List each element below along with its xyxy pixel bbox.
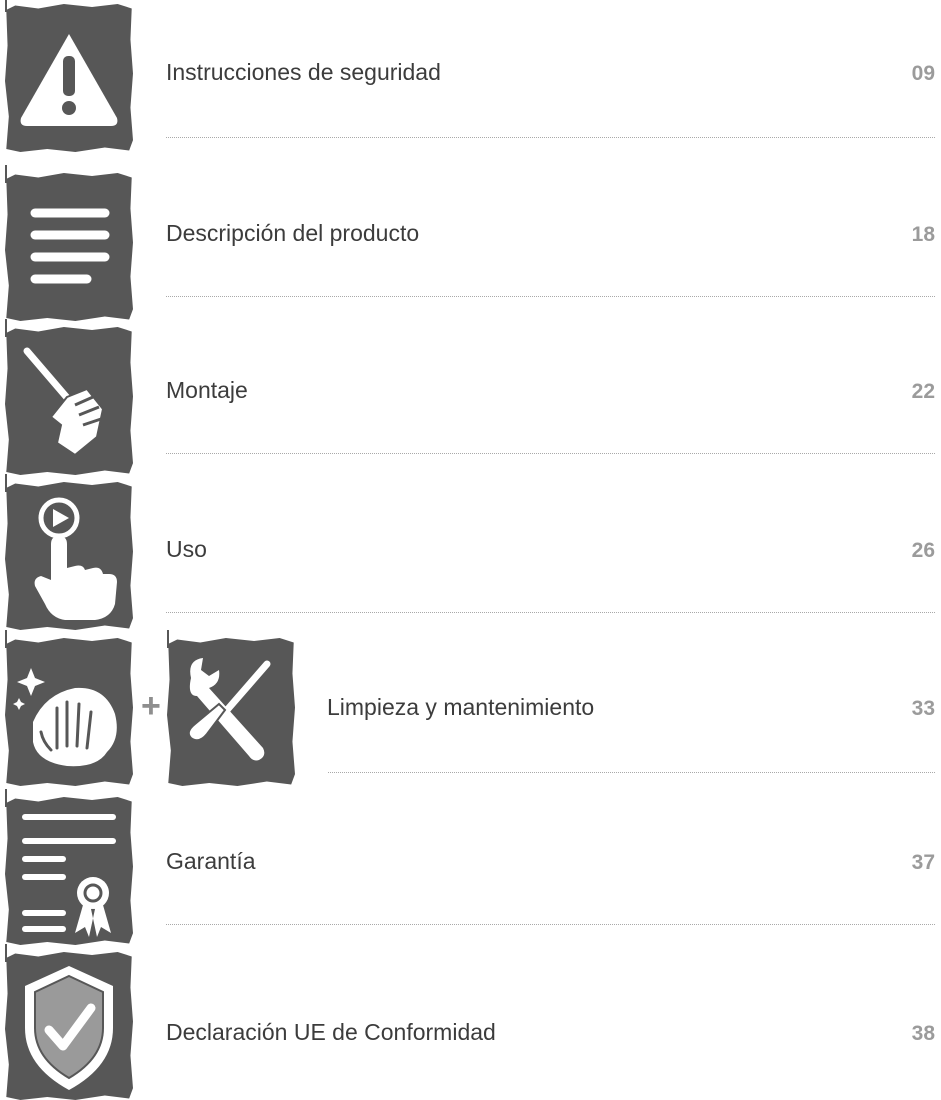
toc-entry[interactable]: Instrucciones de seguridad 09: [0, 0, 941, 160]
toc-entry-title: Montaje: [166, 377, 248, 403]
toc-entry-page: 38: [911, 1022, 935, 1045]
toc-entry-page: 09: [911, 62, 935, 85]
divider: [328, 772, 935, 773]
warning-triangle-icon: [5, 4, 133, 152]
divider: [166, 924, 935, 925]
toc-entry-title: Declaración UE de Conformidad: [166, 1019, 496, 1045]
toc-entry-title: Descripción del producto: [166, 220, 420, 246]
toc-entry-page: 37: [911, 851, 935, 874]
toc-entry[interactable]: Uso 26: [0, 474, 941, 630]
toc-entry[interactable]: Declaración UE de Conformidad 38: [0, 944, 941, 1100]
shield-check-icon: [5, 952, 133, 1100]
hand-tap-play-icon: [5, 482, 133, 630]
toc-entry-title: Limpieza y mantenimiento: [327, 694, 595, 720]
wrench-screwdriver-icon: [167, 638, 295, 786]
toc-entry[interactable]: Descripción del producto 18: [0, 163, 941, 321]
toc-entry-title: Uso: [166, 536, 207, 562]
toc-entry[interactable]: Garantía 37: [0, 789, 941, 945]
hand-screwdriver-icon: [5, 327, 133, 475]
toc-entry-page: 33: [911, 697, 935, 720]
divider: [166, 453, 935, 454]
toc-entry[interactable]: + Limpieza y mantenimiento 33: [0, 630, 941, 786]
toc-entry[interactable]: Montaje 22: [0, 319, 941, 475]
divider: [166, 296, 935, 297]
certificate-ribbon-icon: [5, 797, 133, 945]
toc-entry-title: Garantía: [166, 848, 256, 874]
divider: [166, 612, 935, 613]
text-lines-icon: [5, 173, 133, 321]
toc-entry-page: 18: [911, 223, 935, 246]
toc-entry-title: Instrucciones de seguridad: [166, 59, 441, 85]
toc-entry-page: 26: [911, 539, 935, 562]
hand-cloth-cleaning-icon: [5, 638, 133, 786]
plus-joiner: +: [141, 687, 161, 725]
toc-entry-page: 22: [911, 380, 935, 403]
divider: [166, 137, 935, 138]
